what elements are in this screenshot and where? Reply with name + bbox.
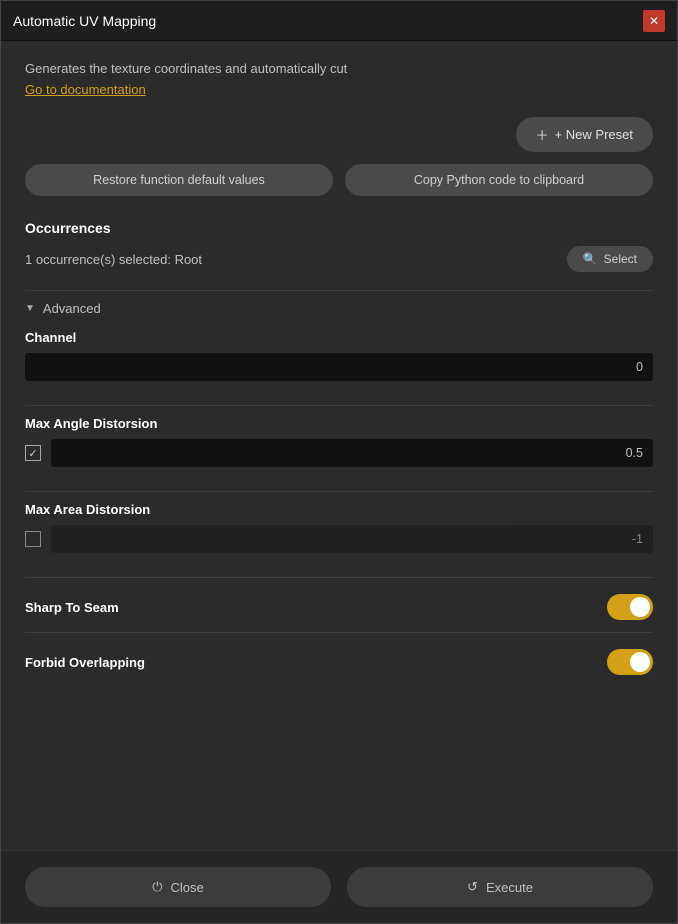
- refresh-icon: ↺: [467, 879, 478, 895]
- max-area-section: Max Area Distorsion -1: [25, 502, 653, 559]
- occurrences-row: 1 occurrence(s) selected: Root 🔍 Select: [25, 246, 653, 272]
- sharp-to-seam-label: Sharp To Seam: [25, 600, 119, 615]
- channel-slider[interactable]: 0: [25, 353, 653, 381]
- divider-1: [25, 290, 653, 291]
- max-angle-value: 0.5: [626, 446, 643, 460]
- chevron-down-icon: ▼: [25, 303, 35, 314]
- execute-label: Execute: [486, 880, 533, 895]
- divider-3: [25, 491, 653, 492]
- channel-slider-row: 0: [25, 353, 653, 381]
- power-icon: ⏻: [152, 879, 162, 895]
- top-actions: ＋ + New Preset: [25, 117, 653, 152]
- sharp-to-seam-toggle[interactable]: [607, 594, 653, 620]
- max-area-slider[interactable]: -1: [51, 525, 653, 553]
- max-area-checkbox[interactable]: [25, 531, 41, 547]
- copy-button[interactable]: Copy Python code to clipboard: [345, 164, 653, 196]
- max-area-row: -1: [25, 525, 653, 553]
- forbid-overlapping-label: Forbid Overlapping: [25, 655, 145, 670]
- channel-section: Channel 0: [25, 330, 653, 387]
- max-angle-label: Max Angle Distorsion: [25, 416, 653, 431]
- main-content: Generates the texture coordinates and au…: [1, 41, 677, 850]
- divider-5: [25, 632, 653, 633]
- sharp-to-seam-knob: [630, 597, 650, 617]
- occurrences-text: 1 occurrence(s) selected: Root: [25, 252, 202, 267]
- select-button[interactable]: 🔍 Select: [567, 246, 653, 272]
- max-angle-checkbox[interactable]: [25, 445, 41, 461]
- execute-button[interactable]: ↺ Execute: [347, 867, 653, 907]
- doc-link[interactable]: Go to documentation: [25, 82, 653, 97]
- advanced-toggle[interactable]: ▼ Advanced: [25, 301, 653, 316]
- max-angle-row: 0.5: [25, 439, 653, 467]
- close-label: Close: [171, 880, 204, 895]
- actions-row: Restore function default values Copy Pyt…: [25, 164, 653, 196]
- new-preset-button[interactable]: ＋ + New Preset: [516, 117, 653, 152]
- new-preset-label: + New Preset: [555, 127, 633, 142]
- bottom-bar: ⏻ Close ↺ Execute: [1, 850, 677, 923]
- select-label: Select: [604, 252, 637, 266]
- description-text: Generates the texture coordinates and au…: [25, 61, 653, 76]
- max-area-label: Max Area Distorsion: [25, 502, 653, 517]
- occurrences-section-label: Occurrences: [25, 220, 653, 236]
- close-button[interactable]: ⏻ Close: [25, 867, 331, 907]
- advanced-label: Advanced: [43, 301, 101, 316]
- channel-label: Channel: [25, 330, 653, 345]
- max-angle-slider[interactable]: 0.5: [51, 439, 653, 467]
- window-title: Automatic UV Mapping: [13, 13, 156, 29]
- titlebar: Automatic UV Mapping ✕: [1, 1, 677, 41]
- search-icon: 🔍: [583, 252, 598, 266]
- forbid-overlapping-toggle[interactable]: [607, 649, 653, 675]
- sharp-to-seam-row: Sharp To Seam: [25, 594, 653, 620]
- max-angle-section: Max Angle Distorsion 0.5: [25, 416, 653, 473]
- max-area-value: -1: [632, 532, 643, 546]
- divider-2: [25, 405, 653, 406]
- window-close-button[interactable]: ✕: [643, 10, 665, 32]
- channel-value: 0: [636, 360, 643, 374]
- plus-icon: ＋: [536, 125, 549, 144]
- forbid-overlapping-row: Forbid Overlapping: [25, 649, 653, 675]
- divider-4: [25, 577, 653, 578]
- restore-button[interactable]: Restore function default values: [25, 164, 333, 196]
- main-window: Automatic UV Mapping ✕ Generates the tex…: [0, 0, 678, 924]
- forbid-overlapping-knob: [630, 652, 650, 672]
